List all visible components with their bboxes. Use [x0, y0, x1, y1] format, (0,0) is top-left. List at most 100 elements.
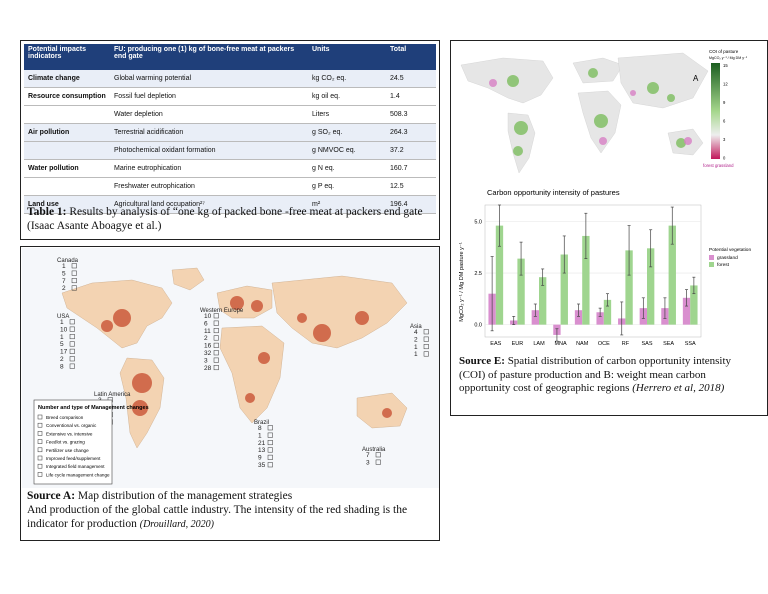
- table-row: Air pollution Terrestrial acidification g …: [24, 123, 436, 142]
- table-header-cell: FU: producing one (1) kg of bone-free me…: [110, 44, 308, 70]
- coi-legend-bottom: forest grassland: [703, 163, 734, 168]
- legend-item: Extensive vs. intensive: [46, 431, 93, 436]
- table-cell-unit: g N eq.: [308, 159, 386, 178]
- legend-item: Conventional vs. organic: [46, 423, 97, 428]
- region-count: 1: [60, 319, 64, 326]
- table-header-cell: Potential impacts indicators: [24, 44, 110, 70]
- region-count: 21: [258, 440, 266, 447]
- source-a-panel: Canada USA Western Europe Asia Latin Ame…: [20, 246, 440, 541]
- table-cell-indicator: Terrestrial acidification: [110, 123, 308, 142]
- region-count: 2: [204, 335, 208, 342]
- table-cell-total: 508.3: [386, 105, 436, 124]
- region-count: 1: [258, 432, 262, 439]
- region-count: 8: [258, 425, 262, 432]
- table-cell-category: Resource consumption: [24, 87, 110, 106]
- source-a-label: Source A:: [27, 490, 76, 502]
- table-cell-category: Water pollution: [24, 159, 110, 178]
- coi-legend-tick: 0: [723, 156, 726, 161]
- table-caption: Table 1: Results by analysis of “one kg …: [27, 205, 435, 233]
- table-row: Freshwater eutrophication g P eq. 12.5: [24, 177, 436, 196]
- chart-legend-title: Potential vegetation: [709, 247, 751, 253]
- region-count: 7: [366, 452, 370, 459]
- region-count: 13: [258, 447, 266, 454]
- table-cell-category: [24, 105, 110, 124]
- table-row: Resource consumption Fossil fuel depletio…: [24, 87, 436, 106]
- table-cell-indicator: Freshwater eutrophication: [110, 177, 308, 196]
- legend-item: Feedlot vs. grazing: [46, 440, 85, 445]
- source-a-line2: And production of the global cattle indu…: [27, 504, 408, 530]
- coi-legend-tick: 3: [723, 137, 726, 142]
- table-row: Water pollution Marine eutrophication g N …: [24, 159, 436, 178]
- coi-legend-unit: MgCO₂ y⁻¹ / Mg DM y⁻¹: [709, 56, 748, 60]
- region-count: 2: [414, 336, 418, 343]
- region-count: 9: [258, 455, 262, 462]
- coi-legend-tick: 15: [723, 63, 728, 68]
- table-cell-category: [24, 177, 110, 196]
- table-cell-unit: g SO₂ eq.: [308, 123, 386, 142]
- table-cell-total: 12.5: [386, 177, 436, 196]
- source-a-caption: Source A: Map distribution of the manage…: [27, 489, 437, 532]
- region-count: 2: [62, 285, 66, 292]
- y-axis-label: MgCO₂ y⁻¹ / Mg DM pasture y⁻¹: [459, 242, 465, 322]
- region-canada-label: Canada: [57, 258, 79, 264]
- chart-legend: Potential vegetation grasslandforest: [709, 247, 751, 268]
- table-cell-unit: kg oil eq.: [308, 87, 386, 106]
- x-tick-label: SSA: [685, 341, 696, 347]
- source-e-label: Source E:: [459, 355, 505, 367]
- coi-legend-title: COI of pasture: [709, 49, 739, 54]
- x-tick-label: OCE: [598, 341, 610, 347]
- table-cell-category: Air pollution: [24, 123, 110, 142]
- region-count: 7: [62, 278, 66, 285]
- table-row: Water depletion Liters 508.3: [24, 105, 436, 124]
- table-header-cell: Total: [386, 44, 436, 70]
- impacts-table: Potential impacts indicators FU: produci…: [24, 44, 436, 214]
- panel-a-label: A: [693, 74, 699, 83]
- region-count: 3: [204, 357, 208, 364]
- coi-world-map: A COI of pasture MgCO₂ y⁻¹ / Mg DM y⁻¹ 1…: [460, 49, 748, 174]
- region-count: 35: [258, 462, 266, 469]
- table-cell-category: Climate change: [24, 70, 110, 88]
- table-cell-total: 37.2: [386, 141, 436, 160]
- source-a-line1: Map distribution of the management strat…: [75, 490, 293, 502]
- legend-label-grassland: grassland: [717, 255, 738, 261]
- region-count: 1: [414, 351, 418, 358]
- coi-bar-chart: Carbon opportunity intensity of pastures…: [459, 188, 751, 347]
- region-count: 2: [60, 356, 64, 363]
- source-e-panel: A COI of pasture MgCO₂ y⁻¹ / Mg DM y⁻¹ 1…: [450, 40, 768, 416]
- source-e-caption: Source E: Spatial distribution of carbon…: [459, 355, 759, 396]
- x-tick-label: SAS: [641, 341, 652, 347]
- x-tick-label: EAS: [490, 341, 501, 347]
- source-a-cite: (Drouillard, 2020): [139, 519, 214, 530]
- table-caption-text: Results by analysis of “one kg of packed…: [27, 206, 423, 232]
- table-cell-total: 264.3: [386, 123, 436, 142]
- coi-color-scale: [711, 63, 720, 159]
- legend-item: Improved feed/supplement: [46, 456, 101, 461]
- legend-item: Integrated field management: [46, 464, 105, 469]
- region-count: 4: [414, 329, 418, 336]
- region-count: 10: [60, 326, 68, 333]
- y-tick-label: 0.0: [474, 323, 482, 329]
- impacts-table-panel: Potential impacts indicators FU: produci…: [20, 40, 440, 240]
- region-count: 1: [60, 334, 64, 341]
- table-cell-indicator: Marine eutrophication: [110, 159, 308, 178]
- region-count: 5: [62, 270, 66, 277]
- legend-swatch-grassland: [709, 255, 714, 260]
- table-cell-indicator: Global warming potential: [110, 70, 308, 88]
- region-count: 16: [204, 343, 212, 350]
- region-count: 11: [204, 328, 211, 335]
- cattle-world-map: Canada USA Western Europe Asia Latin Ame…: [22, 248, 439, 488]
- legend-item: Life cycle management change: [46, 472, 110, 477]
- table-cell-total: 160.7: [386, 159, 436, 178]
- coi-legend-tick: 12: [723, 82, 728, 87]
- table-cell-total: 1.4: [386, 87, 436, 106]
- table-cell-indicator: Water depletion: [110, 105, 308, 124]
- x-tick-label: NAM: [576, 341, 589, 347]
- table-cell-unit: kg CO₂ eq.: [308, 70, 386, 88]
- legend-swatch-forest: [709, 262, 714, 267]
- table-cell-category: [24, 141, 110, 160]
- region-count: 28: [204, 365, 212, 372]
- coi-legend-tick: 9: [723, 100, 726, 105]
- table-cell-unit: g NMVOC eq.: [308, 141, 386, 160]
- x-tick-label: EUR: [512, 341, 524, 347]
- table-caption-label: Table 1:: [27, 206, 67, 218]
